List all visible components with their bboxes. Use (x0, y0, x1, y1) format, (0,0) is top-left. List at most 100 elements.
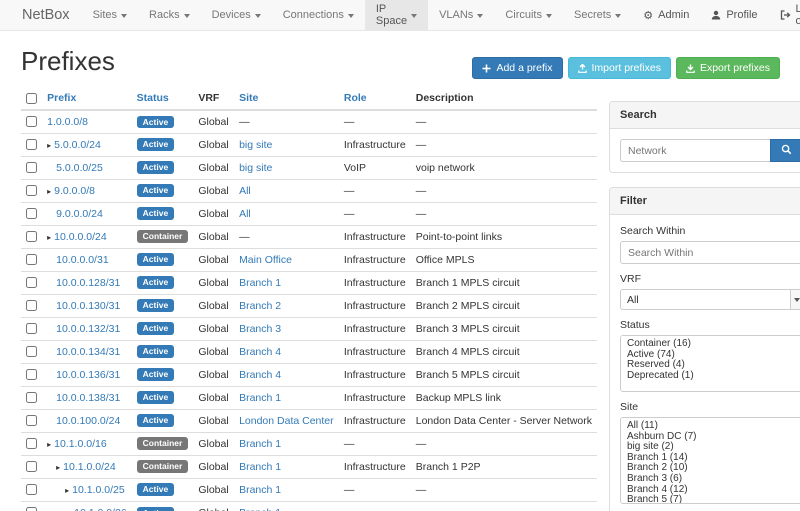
site-link[interactable]: Branch 4 (239, 369, 281, 381)
prefix-link[interactable]: 10.0.0.0/24 (54, 231, 107, 243)
column-header-site[interactable]: Site (234, 87, 339, 110)
row-checkbox[interactable] (26, 139, 37, 150)
site-link[interactable]: Branch 4 (239, 346, 281, 358)
nav-item-connections[interactable]: Connections (272, 0, 365, 30)
vrf-select[interactable]: All (620, 289, 800, 310)
prefix-link[interactable]: 10.1.0.0/24 (63, 461, 116, 473)
site-link[interactable]: All (239, 185, 251, 197)
status-badge[interactable]: Container (137, 437, 189, 450)
row-checkbox[interactable] (26, 231, 37, 242)
site-link[interactable]: Main Office (239, 254, 292, 266)
row-checkbox[interactable] (26, 392, 37, 403)
row-checkbox[interactable] (26, 461, 37, 472)
prefix-link[interactable]: 9.0.0.0/8 (54, 185, 95, 197)
nav-item-circuits[interactable]: Circuits (494, 0, 563, 30)
nav-item-devices[interactable]: Devices (201, 0, 272, 30)
site-link[interactable]: Branch 3 (239, 323, 281, 335)
status-multiselect[interactable]: Container (16)Active (74)Reserved (4)Dep… (620, 335, 800, 392)
prefix-link[interactable]: 10.1.0.0/25 (72, 484, 125, 496)
status-badge[interactable]: Active (137, 253, 175, 266)
add-a-prefix-button[interactable]: Add a prefix (472, 57, 562, 79)
prefix-link[interactable]: 10.0.0.128/31 (56, 277, 120, 289)
row-checkbox[interactable] (26, 116, 37, 127)
status-badge[interactable]: Active (137, 322, 175, 335)
import-prefixes-button[interactable]: Import prefixes (568, 57, 671, 79)
brand-link[interactable]: NetBox (0, 0, 82, 30)
nav-item-log-out[interactable]: Log out (769, 0, 800, 30)
select-option[interactable]: Branch 3 (6) (621, 474, 800, 485)
site-link[interactable]: Branch 1 (239, 392, 281, 404)
status-badge[interactable]: Active (137, 483, 175, 496)
site-link[interactable]: Branch 2 (239, 300, 281, 312)
status-badge[interactable]: Active (137, 184, 175, 197)
column-header-prefix[interactable]: Prefix (42, 87, 132, 110)
row-checkbox[interactable] (26, 438, 37, 449)
prefix-link[interactable]: 10.0.0.132/31 (56, 323, 120, 335)
status-badge[interactable]: Active (137, 299, 175, 312)
prefix-link[interactable]: 10.0.0.130/31 (56, 300, 120, 312)
row-checkbox[interactable] (26, 208, 37, 219)
row-checkbox[interactable] (26, 300, 37, 311)
prefix-link[interactable]: 9.0.0.0/24 (56, 208, 103, 220)
row-checkbox[interactable] (26, 346, 37, 357)
status-badge[interactable]: Active (137, 116, 175, 129)
status-badge[interactable]: Active (137, 368, 175, 381)
search-input[interactable] (620, 139, 770, 162)
row-checkbox[interactable] (26, 415, 37, 426)
status-badge[interactable]: Container (137, 460, 189, 473)
nav-item-racks[interactable]: Racks (138, 0, 201, 30)
search-within-input[interactable] (620, 241, 800, 264)
site-link[interactable]: Branch 1 (239, 461, 281, 473)
select-option[interactable]: Deprecated (1) (621, 371, 800, 382)
prefix-link[interactable]: 1.0.0.0/8 (47, 116, 88, 128)
status-badge[interactable]: Active (137, 161, 175, 174)
site-link[interactable]: big site (239, 139, 272, 151)
status-badge[interactable]: Active (137, 207, 175, 220)
prefix-link[interactable]: 10.1.0.0/26 (74, 507, 127, 511)
row-checkbox[interactable] (26, 507, 37, 511)
row-checkbox[interactable] (26, 185, 37, 196)
site-link[interactable]: Branch 1 (239, 507, 281, 511)
status-badge[interactable]: Active (137, 138, 175, 151)
export-prefixes-button[interactable]: Export prefixes (676, 57, 780, 79)
site-multiselect[interactable]: All (11)Ashburn DC (7)big site (2)Branch… (620, 417, 800, 504)
site-link[interactable]: Branch 1 (239, 484, 281, 496)
prefix-link[interactable]: 5.0.0.0/25 (56, 162, 103, 174)
site-link[interactable]: London Data Center (239, 415, 334, 427)
site-link[interactable]: big site (239, 162, 272, 174)
status-badge[interactable]: Active (137, 345, 175, 358)
site-link[interactable]: All (239, 208, 251, 220)
status-badge[interactable]: Active (137, 507, 175, 511)
site-link[interactable]: Branch 1 (239, 438, 281, 450)
prefix-link[interactable]: 5.0.0.0/24 (54, 139, 101, 151)
row-checkbox[interactable] (26, 484, 37, 495)
row-checkbox[interactable] (26, 162, 37, 173)
status-badge[interactable]: Active (137, 391, 175, 404)
nav-item-ip-space[interactable]: IP Space (365, 0, 428, 30)
prefix-link[interactable]: 10.0.0.138/31 (56, 392, 120, 404)
nav-item-sites[interactable]: Sites (82, 0, 138, 30)
select-option[interactable]: All (11) (621, 421, 800, 432)
row-checkbox[interactable] (26, 369, 37, 380)
prefix-link[interactable]: 10.1.0.0/16 (54, 438, 107, 450)
site-link[interactable]: Branch 1 (239, 277, 281, 289)
nav-item-vlans[interactable]: VLANs (428, 0, 494, 30)
status-badge[interactable]: Active (137, 414, 175, 427)
nav-item-profile[interactable]: Profile (700, 0, 768, 30)
prefix-link[interactable]: 10.0.0.134/31 (56, 346, 120, 358)
row-checkbox[interactable] (26, 277, 37, 288)
prefix-link[interactable]: 10.0.0.136/31 (56, 369, 120, 381)
search-button[interactable] (770, 139, 800, 162)
status-badge[interactable]: Active (137, 276, 175, 289)
nav-item-admin[interactable]: ⚙Admin (632, 0, 700, 30)
prefix-link[interactable]: 10.0.0.0/31 (56, 254, 109, 266)
column-header-status[interactable]: Status (132, 87, 194, 110)
column-header-role[interactable]: Role (339, 87, 411, 110)
select-option[interactable]: Branch 5 (7) (621, 495, 800, 504)
nav-item-secrets[interactable]: Secrets (563, 0, 632, 30)
select-all-checkbox[interactable] (26, 93, 37, 104)
select-option[interactable]: Container (16) (621, 339, 800, 350)
row-checkbox[interactable] (26, 323, 37, 334)
status-badge[interactable]: Container (137, 230, 189, 243)
prefix-link[interactable]: 10.0.100.0/24 (56, 415, 120, 427)
